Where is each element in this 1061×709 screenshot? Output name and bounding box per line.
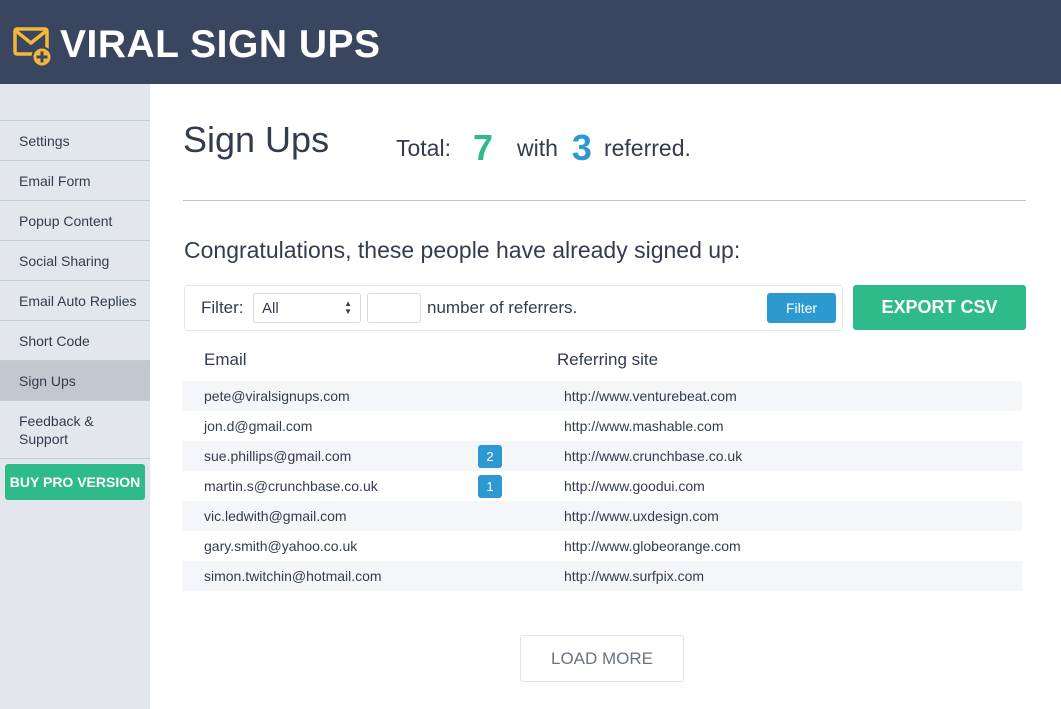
filter-bar: Filter: All ▲ ▼ number of referrers. Filt… bbox=[184, 285, 843, 331]
sidebar-item-settings[interactable]: Settings bbox=[0, 121, 150, 161]
sidebar-item-feedback-support[interactable]: Feedback & Support bbox=[0, 401, 150, 459]
row-email: vic.ledwith@gmail.com bbox=[204, 508, 347, 524]
with-label: with bbox=[517, 134, 558, 161]
divider bbox=[183, 200, 1026, 201]
referred-label: referred. bbox=[603, 134, 691, 161]
filter-select[interactable]: All ▲ ▼ bbox=[253, 293, 361, 323]
row-email: sue.phillips@gmail.com bbox=[204, 448, 352, 464]
export-csv-button[interactable]: EXPORT CSV bbox=[853, 285, 1026, 330]
referrer-count-badge: 1 bbox=[478, 475, 502, 498]
sidebar-item-popup-content[interactable]: Popup Content bbox=[0, 201, 150, 241]
row-email: pete@viralsignups.com bbox=[204, 388, 350, 404]
sidebar-item-email-form[interactable]: Email Form bbox=[0, 161, 150, 201]
row-referring-site: http://www.mashable.com bbox=[564, 418, 724, 434]
referrer-count-input[interactable] bbox=[367, 293, 421, 323]
filter-button[interactable]: Filter bbox=[767, 293, 836, 323]
sidebar-item-sign-ups[interactable]: Sign Ups bbox=[0, 361, 150, 401]
section-subtitle: Congratulations, these people have alrea… bbox=[184, 237, 741, 263]
filter-label: Filter: bbox=[201, 298, 244, 317]
total-count: 7 bbox=[472, 127, 494, 168]
total-label: Total: bbox=[396, 134, 451, 161]
row-email: jon.d@gmail.com bbox=[204, 418, 313, 434]
table-row: simon.twitchin@hotmail.com http://www.su… bbox=[182, 561, 1022, 591]
sidebar-item-label: Sign Ups bbox=[19, 372, 76, 389]
sidebar-item-label: Email Form bbox=[19, 172, 91, 189]
load-more-button[interactable]: LOAD MORE bbox=[520, 635, 684, 682]
row-email: gary.smith@yahoo.co.uk bbox=[204, 538, 358, 554]
sidebar-item-social-sharing[interactable]: Social Sharing bbox=[0, 241, 150, 281]
row-referring-site: http://www.crunchbase.co.uk bbox=[564, 448, 743, 464]
sidebar-item-short-code[interactable]: Short Code bbox=[0, 321, 150, 361]
sidebar: Settings Email Form Popup Content Social… bbox=[0, 84, 150, 709]
filter-hint: number of referrers. bbox=[427, 298, 578, 317]
envelope-plus-icon bbox=[13, 27, 53, 68]
column-header-email: Email bbox=[204, 350, 247, 369]
signup-summary: Total: 7 with 3 referred. bbox=[396, 126, 691, 170]
sidebar-item-label: Email Auto Replies bbox=[19, 292, 137, 309]
brand-name: VIRAL SIGN UPS bbox=[60, 23, 381, 66]
page-title: Sign Ups bbox=[183, 119, 330, 160]
filter-select-value: All bbox=[262, 299, 279, 317]
signup-table: pete@viralsignups.com http://www.venture… bbox=[182, 381, 1022, 591]
buy-pro-button[interactable]: BUY PRO VERSION bbox=[5, 464, 145, 500]
table-row: sue.phillips@gmail.com 2 http://www.crun… bbox=[182, 441, 1022, 471]
sidebar-item-label: Popup Content bbox=[19, 212, 113, 229]
header-bar: VIRAL SIGN UPS bbox=[0, 0, 1061, 84]
sidebar-item-label: Settings bbox=[19, 132, 70, 149]
table-row: martin.s@crunchbase.co.uk 1 http://www.g… bbox=[182, 471, 1022, 501]
select-arrows-icon: ▲ ▼ bbox=[344, 299, 352, 316]
table-row: jon.d@gmail.com http://www.mashable.com bbox=[182, 411, 1022, 441]
table-row: vic.ledwith@gmail.com http://www.uxdesig… bbox=[182, 501, 1022, 531]
sidebar-item-label: Social Sharing bbox=[19, 252, 110, 269]
row-referring-site: http://www.venturebeat.com bbox=[564, 388, 737, 404]
row-email: martin.s@crunchbase.co.uk bbox=[204, 478, 378, 494]
row-referring-site: http://www.surfpix.com bbox=[564, 568, 705, 584]
sidebar-item-email-auto-replies[interactable]: Email Auto Replies bbox=[0, 281, 150, 321]
table-row: pete@viralsignups.com http://www.venture… bbox=[182, 381, 1022, 411]
table-row: gary.smith@yahoo.co.uk http://www.globeo… bbox=[182, 531, 1022, 561]
referrer-count-badge: 2 bbox=[478, 445, 502, 468]
row-email: simon.twitchin@hotmail.com bbox=[204, 568, 382, 584]
row-referring-site: http://www.goodui.com bbox=[564, 478, 705, 494]
row-referring-site: http://www.uxdesign.com bbox=[564, 508, 719, 524]
row-referring-site: http://www.globeorange.com bbox=[564, 538, 741, 554]
sidebar-item-label: Short Code bbox=[19, 332, 90, 349]
column-header-referring-site: Referring site bbox=[557, 350, 659, 369]
sidebar-item-label: Feedback & Support bbox=[19, 412, 94, 447]
referred-count: 3 bbox=[571, 127, 592, 168]
sidebar-nav: Settings Email Form Popup Content Social… bbox=[0, 120, 150, 459]
